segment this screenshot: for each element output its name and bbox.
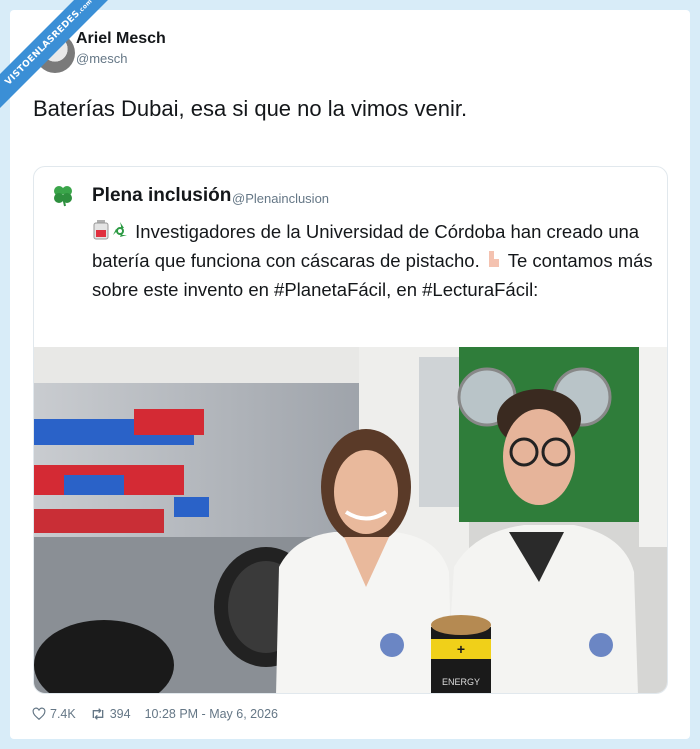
watermark-text: VISTOENLASREDES.com	[0, 0, 110, 110]
retweet-button[interactable]: 394	[90, 707, 131, 721]
heart-icon	[32, 707, 46, 721]
retweet-icon	[92, 708, 104, 720]
quoted-text: Investigadores de la Universidad de Córd…	[92, 220, 653, 300]
retweet-count: 394	[109, 707, 131, 721]
pointing-hand-emoji-icon	[488, 251, 499, 267]
like-count: 7.4K	[50, 707, 76, 721]
lab-photo[interactable]: + ENERGY	[34, 347, 668, 694]
quoted-tweet[interactable]: Plena inclusión @Plenainclusion Investig…	[33, 166, 668, 694]
quoted-author-name[interactable]: Plena inclusión	[92, 185, 231, 207]
quoted-author-handle[interactable]: @Plenainclusion	[232, 191, 329, 206]
tweet-timestamp[interactable]: 10:28 PM - May 6, 2026	[145, 707, 278, 721]
tweet-footer: 7.4K 394 10:28 PM - May 6, 2026	[32, 707, 278, 721]
watermark-ribbon: VISTOENLASREDES.com	[0, 0, 110, 110]
like-button[interactable]: 7.4K	[32, 707, 76, 721]
battery-plus-sign: +	[457, 641, 465, 657]
recycle-emoji-icon	[113, 222, 127, 237]
clover-logo-icon	[54, 186, 72, 207]
battery-label: ENERGY	[442, 677, 480, 687]
tweet-card: Ariel Mesch @mesch Baterías Dubai, esa s…	[10, 10, 690, 739]
battery-emoji-icon	[93, 220, 109, 240]
